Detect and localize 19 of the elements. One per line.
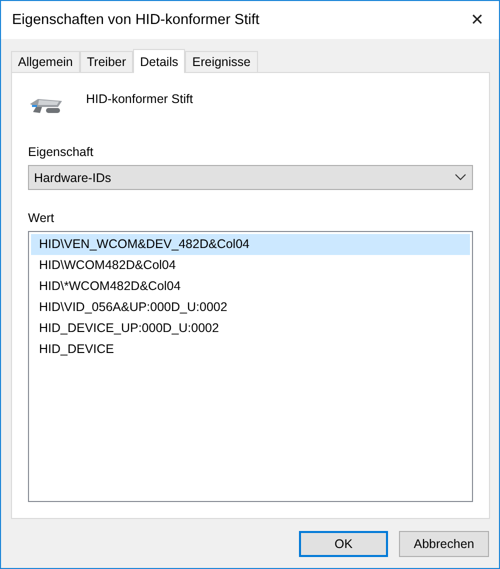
tab[interactable]: Treiber	[80, 51, 134, 72]
window-title: Eigenschaften von HID-konformer Stift	[12, 12, 260, 28]
list-item[interactable]: HID_DEVICE_UP:000D_U:0002	[31, 318, 470, 339]
list-item[interactable]: HID\*WCOM482D&Col04	[31, 276, 470, 297]
tab[interactable]: Allgemein	[11, 51, 80, 72]
chevron-down-icon	[455, 174, 466, 181]
property-dropdown[interactable]: Hardware-IDs	[28, 165, 473, 190]
list-item[interactable]: HID\WCOM482D&Col04	[31, 255, 470, 276]
ok-button[interactable]: OK	[299, 531, 388, 557]
list-item[interactable]: HID\VEN_WCOM&DEV_482D&Col04	[31, 234, 470, 255]
property-label: Eigenschaft	[28, 145, 94, 159]
list-item[interactable]: HID\VID_056A&UP:000D_U:0002	[31, 297, 470, 318]
list-item[interactable]: HID_DEVICE	[31, 339, 470, 360]
tab[interactable]: Ereignisse	[185, 51, 258, 72]
value-label: Wert	[28, 211, 56, 225]
close-button[interactable]: ✕	[465, 10, 489, 30]
tab[interactable]: Details	[133, 49, 186, 73]
cancel-button[interactable]: Abbrechen	[399, 531, 489, 557]
device-name: HID-konformer Stift	[86, 92, 193, 106]
